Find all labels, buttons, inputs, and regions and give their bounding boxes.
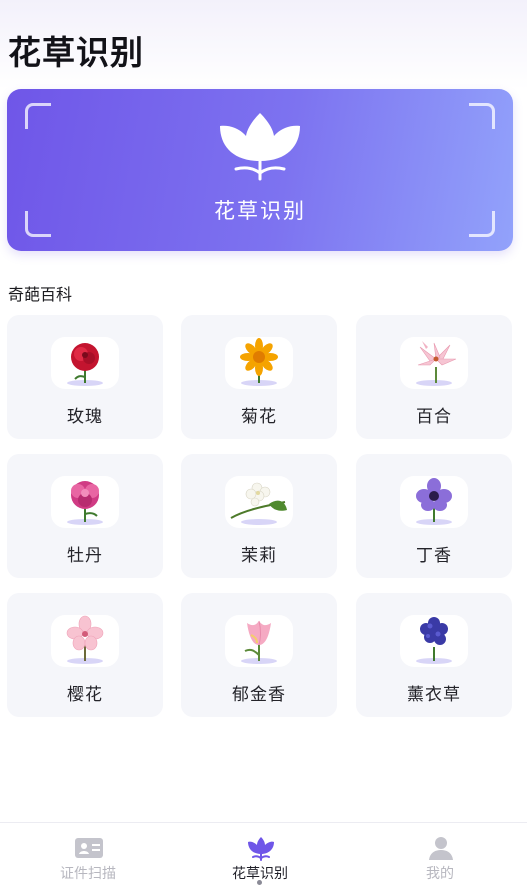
flower-thumb [51, 337, 119, 389]
flower-thumb [225, 337, 293, 389]
flower-card-rose[interactable]: 玫瑰 [7, 315, 163, 439]
flower-name: 百合 [416, 407, 452, 427]
tulip-flower-icon [244, 620, 271, 661]
flower-name: 牡丹 [67, 546, 103, 566]
active-indicator-dot [257, 880, 262, 885]
flower-thumb [225, 476, 293, 528]
flower-card-cherry-blossom[interactable]: 樱花 [7, 593, 163, 717]
flower-thumb [225, 615, 293, 667]
user-icon [429, 837, 453, 860]
flower-thumb [400, 476, 468, 528]
identify-banner-button[interactable]: 花草识别 [7, 89, 513, 251]
tab-plant-identify[interactable]: 花草识别 [172, 823, 348, 886]
flower-card-tulip[interactable]: 郁金香 [181, 593, 337, 717]
id-card-icon [75, 838, 103, 858]
flower-card-lily[interactable]: 百合 [356, 315, 512, 439]
flower-name: 菊花 [241, 407, 277, 427]
bottom-tab-bar: 证件扫描 花草识别 我的 [0, 822, 527, 886]
tab-id-scan[interactable]: 证件扫描 [0, 823, 176, 886]
flower-name: 薰衣草 [407, 685, 461, 705]
tulip-icon [248, 837, 274, 861]
lily-icon [417, 341, 457, 383]
cherry-blossom-icon [66, 615, 104, 661]
flower-name: 郁金香 [232, 685, 286, 705]
flower-thumb [400, 615, 468, 667]
flower-name: 茉莉 [241, 546, 277, 566]
tab-profile[interactable]: 我的 [352, 823, 527, 886]
lilac-icon [416, 478, 452, 522]
peony-icon [71, 481, 99, 522]
flower-card-chrysanthemum[interactable]: 菊花 [181, 315, 337, 439]
flower-card-lavender[interactable]: 薰衣草 [356, 593, 512, 717]
chrysanthemum-icon [240, 338, 278, 383]
scan-corner-top-left [25, 103, 51, 129]
section-title: 奇葩百科 [8, 285, 73, 304]
tab-label: 证件扫描 [60, 866, 116, 882]
rose-icon [71, 343, 99, 383]
flower-name: 樱花 [67, 685, 103, 705]
flower-thumb [400, 337, 468, 389]
flower-name: 玫瑰 [67, 407, 103, 427]
tab-label: 我的 [426, 866, 454, 882]
flower-card-peony[interactable]: 牡丹 [7, 454, 163, 578]
lavender-icon [420, 617, 448, 661]
flower-name: 丁香 [416, 546, 452, 566]
flower-thumb [51, 615, 119, 667]
flower-thumb [51, 476, 119, 528]
tulip-icon [220, 113, 300, 181]
banner-label: 花草识别 [214, 199, 306, 223]
scan-corner-top-right [469, 103, 495, 129]
flower-card-jasmine[interactable]: 茉莉 [181, 454, 337, 578]
jasmine-icon [230, 482, 287, 519]
page-title: 花草识别 [8, 33, 144, 72]
flower-card-lilac[interactable]: 丁香 [356, 454, 512, 578]
